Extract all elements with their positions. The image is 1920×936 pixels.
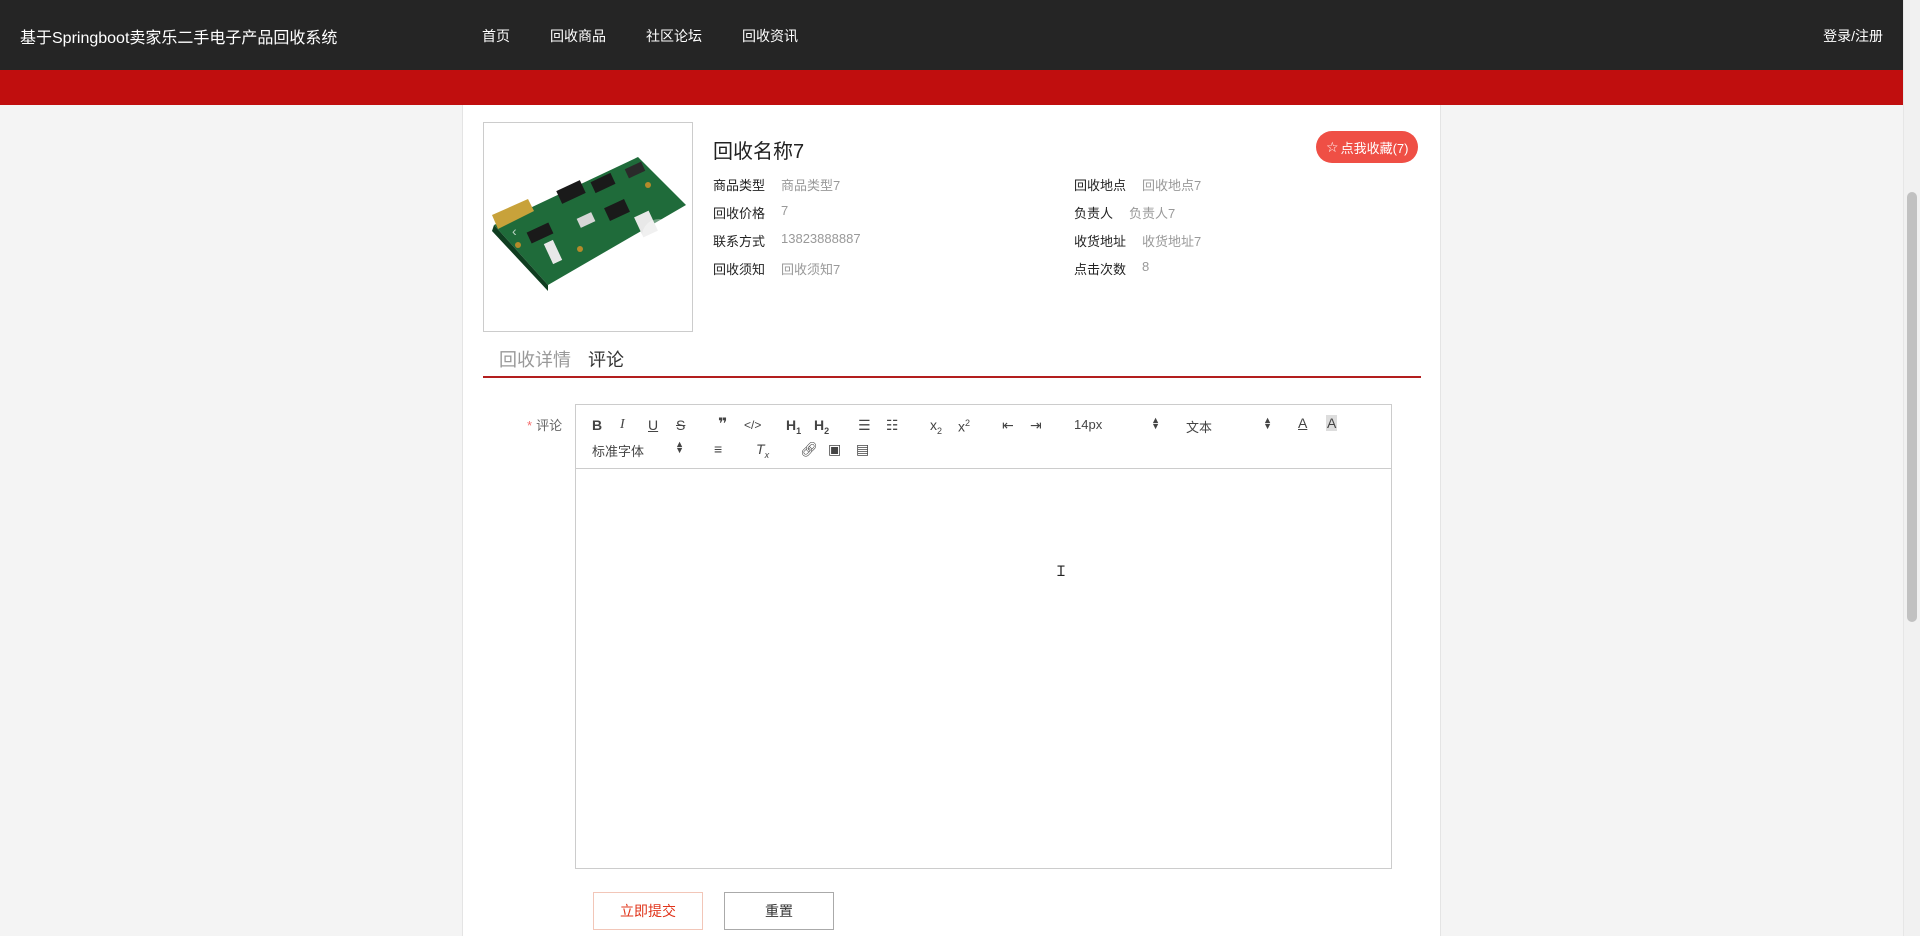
info-label: 负责人 [1074,206,1114,221]
font-color-icon[interactable]: A [1298,415,1307,431]
info-item: 负责人 负责人7 [1074,203,1175,222]
reset-button[interactable]: 重置 [724,892,834,930]
italic-icon[interactable]: I [620,417,625,433]
comment-label: * 评论 [527,415,562,434]
favorite-button[interactable]: ☆ 点我收藏(7) [1316,131,1419,163]
info-item: 点击次数 8 [1074,259,1149,278]
info-label: 商品类型 [713,178,766,193]
info-value: 回收地点7 [1142,178,1202,193]
scrollbar-thumb[interactable] [1907,192,1917,622]
detail-tabs: 回收详情 评论 [483,340,1421,378]
product-image[interactable]: ‹ [483,122,693,332]
font-family-select[interactable]: 标准字体 ▲ ▼ [592,439,684,460]
page-scrollbar[interactable] [1903,0,1920,936]
info-label: 回收地点 [1074,178,1127,193]
text-cursor-icon: Ｉ [1054,563,1068,579]
align-icon[interactable]: ≡ [714,441,722,457]
comment-label-text: 评论 [536,418,563,433]
image-icon[interactable]: ▣ [828,441,841,457]
info-value: 8 [1142,259,1150,274]
code-block-icon[interactable]: </> [744,417,761,433]
subscript-icon[interactable]: x2 [930,417,942,439]
info-item: 回收价格 7 [713,203,788,222]
indent-icon[interactable]: ⇥ [1030,417,1042,433]
info-value: 回收须知7 [781,262,841,277]
outdent-icon[interactable]: ⇤ [1002,417,1014,433]
font-size-select-value: 14px [1074,417,1103,432]
info-label: 收货地址 [1074,234,1127,249]
clear-format-icon[interactable]: Tx [756,441,769,463]
font-family-select-value: 标准字体 [592,444,645,459]
product-detail-card: ‹ 回收名称7 ☆ 点我收藏(7) 商品类型 商品类型7 回收价格 7 联系方式… [462,105,1441,936]
product-name: 回收名称7 [713,141,805,163]
tab-detail[interactable]: 回收详情 [499,346,571,372]
info-value: 收货地址7 [1142,234,1202,249]
info-value: 商品类型7 [781,178,841,193]
select-arrows-icon: ▲ ▼ [1263,415,1272,431]
header1-icon[interactable]: H1 [786,417,801,439]
strikethrough-icon[interactable]: S [676,417,685,433]
select-arrows-icon: ▲ ▼ [1151,415,1160,431]
info-item: 收货地址 收货地址7 [1074,231,1201,250]
nav-news[interactable]: 回收资讯 [742,26,798,46]
info-label: 点击次数 [1074,262,1127,277]
nav-forum[interactable]: 社区论坛 [646,26,702,46]
bullet-list-icon[interactable]: ☷ [886,417,899,433]
background-color-icon[interactable]: A [1326,415,1338,431]
top-navbar: 基于Springboot卖家乐二手电子产品回收系统 首页 回收商品 社区论坛 回… [0,0,1903,70]
font-size-select[interactable]: 14px ▲ ▼ [1074,415,1160,433]
bold-icon[interactable]: B [592,417,602,433]
info-value: 负责人7 [1129,206,1176,221]
select-arrows-icon: ▲ ▼ [675,439,684,455]
editor-toolbar: B I U S ❞ </> H1 H2 ☰ ☷ x2 x2 ⇤ ⇥ 14px ▲… [576,405,1391,469]
submit-button[interactable]: 立即提交 [593,892,703,930]
blockquote-icon[interactable]: ❞ [718,417,727,433]
required-mark: * [527,418,533,433]
info-item: 联系方式 13823888887 [713,231,861,250]
header-select-value: 文本 [1186,420,1213,435]
info-item: 回收地点 回收地点7 [1074,175,1201,194]
image-next-arrow[interactable] [642,219,676,253]
info-item: 商品类型 商品类型7 [713,175,840,194]
info-value: 13823888887 [781,231,861,246]
video-icon[interactable]: ▤ [856,441,869,457]
banner-strip [0,70,1903,105]
info-value: 7 [781,203,789,218]
tab-comment[interactable]: 评论 [588,346,624,372]
login-register-link[interactable]: 登录/注册 [1823,26,1883,46]
info-item: 回收须知 回收须知7 [713,259,840,278]
favorite-button-label: 点我收藏(7) [1340,140,1409,156]
comment-editor-area[interactable]: Ｉ [576,470,1391,868]
info-label: 回收价格 [713,206,766,221]
info-label: 回收须知 [713,262,766,277]
header-select[interactable]: 文本 ▲ ▼ [1186,415,1272,436]
rich-text-editor: B I U S ❞ </> H1 H2 ☰ ☷ x2 x2 ⇤ ⇥ 14px ▲… [575,404,1392,869]
info-label: 联系方式 [713,234,766,249]
underline-icon[interactable]: U [648,417,658,433]
nav-recycle-goods[interactable]: 回收商品 [550,26,606,46]
header2-icon[interactable]: H2 [814,417,829,439]
superscript-icon[interactable]: x2 [958,415,970,435]
site-title[interactable]: 基于Springboot卖家乐二手电子产品回收系统 [20,24,337,48]
ordered-list-icon[interactable]: ☰ [858,417,871,433]
star-icon: ☆ [1326,138,1339,155]
link-icon[interactable]: 🔗︎ [800,441,818,457]
image-prev-arrow[interactable]: ‹ [512,223,517,239]
main-nav: 首页 回收商品 社区论坛 回收资讯 [482,26,838,46]
nav-home[interactable]: 首页 [482,26,510,46]
